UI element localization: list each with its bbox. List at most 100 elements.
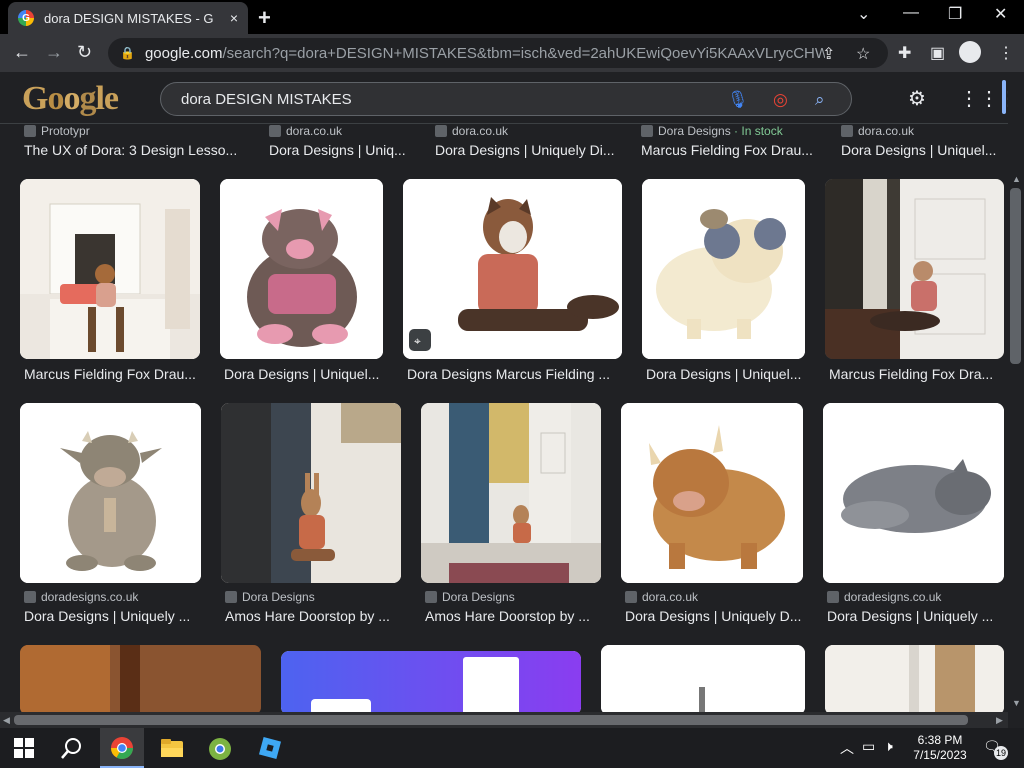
site-favicon-icon bbox=[225, 591, 237, 603]
share-icon[interactable]: ⇪ bbox=[822, 44, 835, 64]
result-caption[interactable]: Dora Designs | Uniquel... bbox=[841, 142, 1001, 158]
search-icon[interactable]: ⌕ bbox=[815, 90, 825, 110]
result-caption[interactable]: Dora Designs | Uniquely D... bbox=[625, 608, 803, 624]
result-caption[interactable]: Amos Hare Doorstop by ... bbox=[225, 608, 401, 624]
result-source[interactable]: Dora Designs bbox=[425, 590, 515, 604]
result-caption[interactable]: Amos Hare Doorstop by ... bbox=[425, 608, 601, 624]
source-name: dora.co.uk bbox=[286, 124, 343, 138]
site-favicon-icon bbox=[435, 125, 447, 137]
scroll-down-arrow-icon[interactable]: ▼ bbox=[1012, 698, 1021, 708]
horizontal-scroll-thumb[interactable] bbox=[14, 715, 968, 725]
result-thumbnail-hare-corridor[interactable] bbox=[421, 403, 601, 583]
file-explorer-icon[interactable] bbox=[160, 736, 184, 760]
bookmark-star-icon[interactable]: ☆ bbox=[856, 44, 870, 64]
volume-muted-icon[interactable]: 🕨 bbox=[884, 738, 893, 755]
tab-search-chevron-icon[interactable]: ⌄ bbox=[857, 4, 870, 24]
notification-count-badge: 19 bbox=[994, 746, 1008, 760]
windows-start-icon[interactable] bbox=[14, 738, 34, 762]
show-hidden-icons-chevron-icon[interactable]: ︿ bbox=[840, 738, 854, 758]
scroll-right-arrow-icon[interactable]: ▶ bbox=[996, 715, 1003, 726]
site-favicon-icon bbox=[425, 591, 437, 603]
reload-icon[interactable]: ↻ bbox=[77, 42, 92, 63]
source-name: dora.co.uk bbox=[642, 590, 699, 604]
result-source[interactable]: doradesigns.co.uk bbox=[827, 590, 941, 604]
source-name: doradesigns.co.uk bbox=[844, 590, 942, 604]
result-caption[interactable]: Dora Designs | Uniq... bbox=[269, 142, 409, 158]
result-thumbnail-hare-door[interactable] bbox=[221, 403, 401, 583]
url-host: google.com bbox=[144, 44, 223, 62]
result-thumbnail-fox-door[interactable] bbox=[825, 179, 1004, 359]
result-caption[interactable]: Dora Designs Marcus Fielding ... bbox=[407, 366, 622, 382]
result-thumbnail-app-screenshot[interactable] bbox=[281, 651, 581, 712]
result-caption[interactable]: Dora Designs | Uniquely ... bbox=[24, 608, 201, 624]
result-thumbnail-white[interactable] bbox=[601, 645, 805, 712]
result-caption[interactable]: Marcus Fielding Fox Drau... bbox=[641, 142, 816, 158]
new-tab-button[interactable]: + bbox=[258, 5, 271, 31]
result-thumbnail-sheep[interactable] bbox=[642, 179, 805, 359]
profile-avatar[interactable] bbox=[959, 41, 981, 63]
tab-close-icon[interactable]: × bbox=[230, 10, 238, 26]
result-source[interactable]: Prototypr bbox=[24, 124, 90, 138]
result-thumbnail-pig[interactable] bbox=[220, 179, 383, 359]
clock-date: 7/15/2023 bbox=[913, 748, 967, 762]
google-lens-icon[interactable]: ◎ bbox=[773, 90, 788, 110]
chrome-taskbar-slot[interactable] bbox=[100, 728, 144, 768]
result-source[interactable]: Dora Designs bbox=[225, 590, 315, 604]
result-caption[interactable]: Dora Designs | Uniquel... bbox=[224, 366, 384, 382]
result-caption[interactable]: Dora Designs | Uniquel... bbox=[646, 366, 806, 382]
chrome-canary-icon[interactable] bbox=[207, 736, 233, 760]
result-source[interactable]: dora.co.uk bbox=[435, 124, 508, 138]
window-close-icon[interactable]: ✕ bbox=[994, 4, 1007, 24]
source-name: dora.co.uk bbox=[858, 124, 915, 138]
result-caption[interactable]: Marcus Fielding Fox Dra... bbox=[829, 366, 1004, 382]
scroll-up-arrow-icon[interactable]: ▲ bbox=[1012, 174, 1021, 184]
vertical-scroll-thumb[interactable] bbox=[1010, 188, 1021, 364]
result-source[interactable]: dora.co.uk bbox=[841, 124, 914, 138]
voice-search-mic-icon[interactable]: 🎙 bbox=[727, 90, 749, 110]
result-thumbnail-door-corner[interactable] bbox=[825, 645, 1004, 712]
result-caption[interactable]: Dora Designs | Uniquely Di... bbox=[435, 142, 615, 158]
google-header: Google dora DESIGN MISTAKES 🎙 ◎ ⌕ ⚙ ⋮⋮⋮ bbox=[0, 72, 1024, 124]
source-name: Prototypr bbox=[41, 124, 90, 138]
minimize-icon[interactable]: — bbox=[903, 4, 919, 22]
browser-tab[interactable]: G dora DESIGN MISTAKES - Google × bbox=[8, 2, 248, 34]
result-thumbnail-grey-cat[interactable] bbox=[823, 403, 1004, 583]
search-icon[interactable] bbox=[60, 736, 84, 760]
result-thumbnail-cow[interactable] bbox=[20, 403, 201, 583]
back-arrow-icon[interactable]: ← bbox=[13, 42, 31, 63]
forward-arrow-icon[interactable]: → bbox=[45, 42, 63, 63]
stock-status: · In stock bbox=[734, 124, 783, 138]
result-caption[interactable]: Dora Designs | Uniquely ... bbox=[827, 608, 1004, 624]
side-panel-icon[interactable]: ▣ bbox=[930, 43, 945, 63]
result-source[interactable]: dora.co.uk bbox=[269, 124, 342, 138]
more-menu-icon[interactable]: ⋮ bbox=[998, 43, 1014, 63]
url-text[interactable]: google.com/search?q=dora+DESIGN+MISTAKES… bbox=[145, 45, 825, 62]
result-thumbnail-fox-sitting[interactable]: ⌖ bbox=[403, 179, 622, 359]
result-source[interactable]: doradesigns.co.uk bbox=[24, 590, 138, 604]
settings-gear-icon[interactable]: ⚙ bbox=[908, 86, 926, 111]
result-thumbnail-wood-door[interactable] bbox=[20, 645, 261, 712]
google-favicon-icon: G bbox=[18, 10, 34, 26]
vertical-scrollbar[interactable] bbox=[1008, 72, 1024, 712]
system-clock[interactable]: 6:38 PM 7/15/2023 bbox=[905, 733, 975, 763]
extensions-puzzle-icon[interactable]: ✚ bbox=[898, 43, 911, 63]
result-caption[interactable]: The UX of Dora: 3 Design Lesso... bbox=[24, 142, 239, 158]
logo-letter: g bbox=[79, 80, 96, 117]
result-caption[interactable]: Marcus Fielding Fox Drau... bbox=[24, 366, 200, 382]
scroll-left-arrow-icon[interactable]: ◀ bbox=[3, 715, 10, 726]
tab-strip: G dora DESIGN MISTAKES - Google × + ⌄ — … bbox=[0, 0, 1024, 34]
result-source[interactable]: dora.co.uk bbox=[625, 590, 698, 604]
search-box[interactable]: dora DESIGN MISTAKES 🎙 ◎ ⌕ bbox=[160, 82, 852, 116]
clock-time: 6:38 PM bbox=[917, 733, 963, 747]
restore-icon[interactable]: ❐ bbox=[948, 4, 962, 24]
site-favicon-icon bbox=[24, 591, 36, 603]
google-doodle-logo[interactable]: Google bbox=[22, 80, 119, 118]
result-thumbnail-fox-fireplace[interactable] bbox=[20, 179, 200, 359]
result-source[interactable]: Dora Designs · In stock bbox=[641, 124, 783, 138]
network-icon[interactable]: ▭ bbox=[862, 738, 875, 755]
result-thumbnail-highland-cow[interactable] bbox=[621, 403, 803, 583]
address-bar[interactable]: 🔒 google.com/search?q=dora+DESIGN+MISTAK… bbox=[108, 38, 888, 68]
search-query[interactable]: dora DESIGN MISTAKES bbox=[181, 91, 352, 108]
roblox-studio-icon[interactable] bbox=[258, 736, 282, 760]
lock-icon[interactable]: 🔒 bbox=[120, 46, 135, 60]
